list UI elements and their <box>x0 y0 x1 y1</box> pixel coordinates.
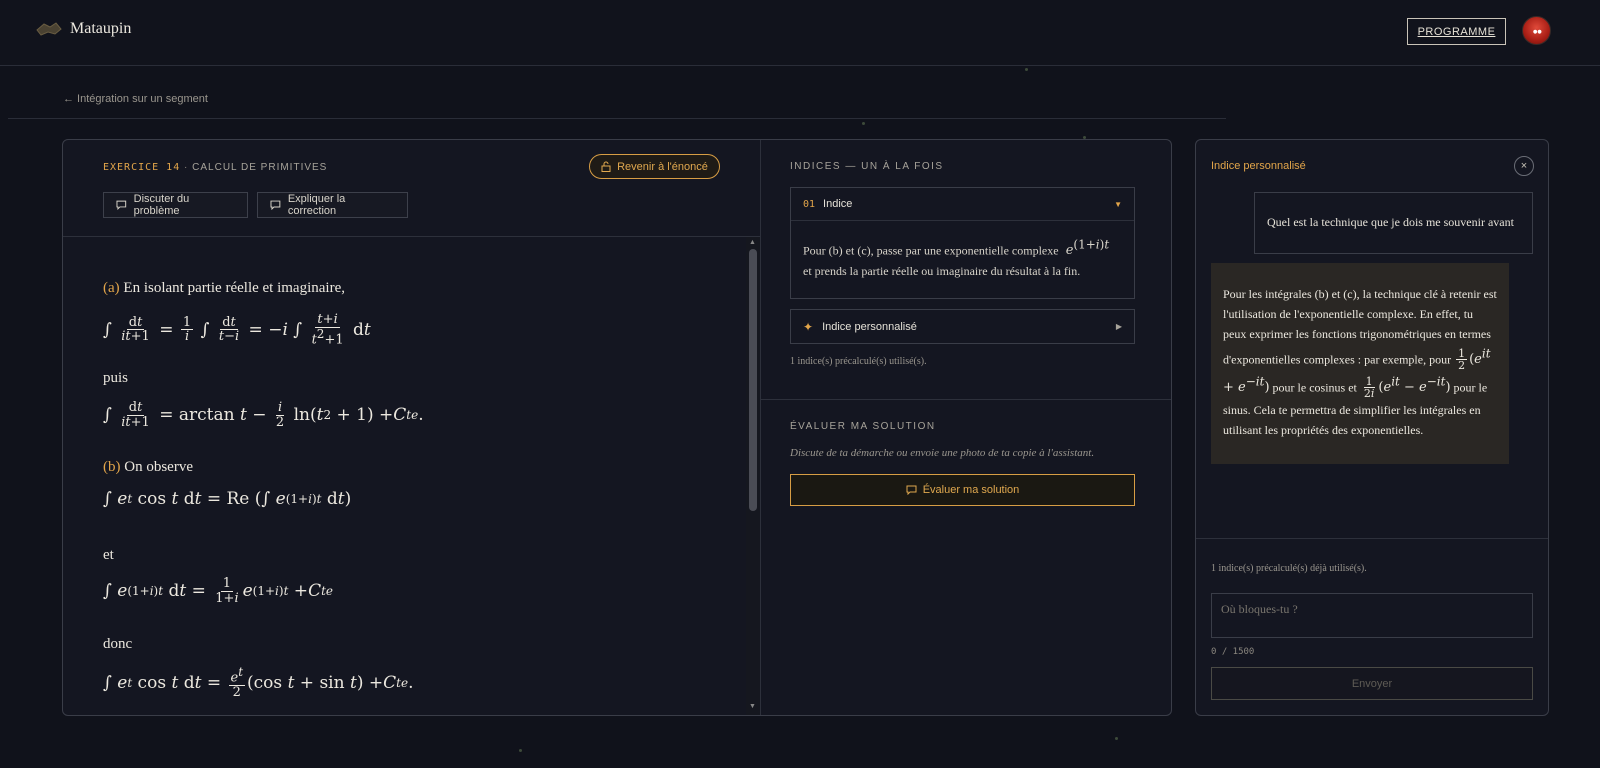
lock-icon <box>601 161 611 172</box>
part-a-text: En isolant partie réelle et imaginaire, <box>123 280 345 296</box>
hints-column: INDICES — UN À LA FOIS 01 Indice ▼ Pour … <box>761 140 1171 715</box>
equation-2: ∫ dt it+1 = arctan t − i2 ln(t 2 + 1) + Ct… <box>103 400 424 430</box>
equation-5: ∫ et cos t dt = et 2 (cos t + sin t) + Cte… <box>103 665 414 700</box>
sin-formula: 1 2i (eit − e−it) <box>1363 374 1451 401</box>
send-button[interactable]: Envoyer <box>1211 667 1533 700</box>
caret-right-icon: ▶ <box>1115 322 1122 331</box>
return-to-statement-button[interactable]: Revenir à l'énoncé <box>589 154 720 179</box>
avatar[interactable]: ●● <box>1522 16 1551 45</box>
return-button-label: Revenir à l'énoncé <box>617 160 708 173</box>
personalized-hint-label: Indice personnalisé <box>822 320 917 333</box>
exercise-number: EXERCICE 14 <box>103 162 181 173</box>
chat-icon <box>906 485 917 495</box>
exercise-separator: · <box>184 162 189 173</box>
evaluate-solution-button[interactable]: Évaluer ma solution <box>790 474 1135 506</box>
hints-used-count: 1 indice(s) précalculé(s) utilisé(s). <box>790 356 927 367</box>
logo[interactable]: Mataupin <box>36 20 131 38</box>
assistant-hints-used: 1 indice(s) précalculé(s) déjà utilisé(s… <box>1211 563 1367 574</box>
exercise-title: CALCUL DE PRIMITIVES <box>192 162 328 173</box>
chat-icon <box>116 200 127 210</box>
scrollbar[interactable]: ▲ ▼ <box>746 237 760 715</box>
evaluate-button-label: Évaluer ma solution <box>922 484 1020 496</box>
exercise-panel: EXERCICE 14 · CALCUL DE PRIMITIVES Reven… <box>62 139 1172 716</box>
scroll-down-arrow-icon[interactable]: ▼ <box>749 703 756 710</box>
hint-card: 01 Indice ▼ Pour (b) et (c), passe par u… <box>790 187 1135 299</box>
sparkle-icon: ✦ <box>803 319 814 334</box>
scroll-up-arrow-icon[interactable]: ▲ <box>749 239 756 246</box>
avatar-glyph: ●● <box>1533 29 1542 35</box>
app-name: Mataupin <box>70 20 132 37</box>
section-divider <box>761 399 1171 400</box>
assistant-message-cos: pour le cosinus et <box>1272 380 1357 395</box>
assistant-title: Indice personnalisé <box>1211 160 1306 172</box>
explain-correction-button[interactable]: Expliquer la correction <box>257 192 408 218</box>
assistant-panel: Indice personnalisé × Quel est la techni… <box>1195 139 1549 716</box>
equation-3: ∫ et cos t dt = Re (∫ e (1+i)t d t) <box>103 489 352 509</box>
equation-4: ∫ e (1+i)t dt = 1 1+i e (1+i)t + Cte <box>103 576 334 606</box>
breadcrumb-divider <box>8 118 1226 119</box>
hint-number: 01 <box>803 198 816 210</box>
hint-card-header[interactable]: 01 Indice ▼ <box>791 188 1134 221</box>
discuss-problem-button[interactable]: Discuter du problème <box>103 192 248 218</box>
personalized-hint-toggle[interactable]: ✦ Indice personnalisé ▶ <box>790 309 1135 344</box>
background-dot <box>1115 737 1118 740</box>
hint-math: e(1+i)t <box>1065 238 1110 259</box>
top-bar: Mataupin PROGRAMME ●● <box>0 0 1600 66</box>
hint-body: Pour (b) et (c), passe par une exponenti… <box>791 221 1134 295</box>
hint-label: Indice <box>823 198 853 210</box>
close-icon[interactable]: × <box>1514 156 1534 176</box>
background-dot <box>862 122 865 125</box>
discuss-button-label: Discuter du problème <box>133 193 190 217</box>
part-b-intro: (b) On observe <box>103 459 193 476</box>
breadcrumb[interactable]: ← Intégration sur un segment <box>63 93 208 105</box>
explain-button-label: Expliquer la correction <box>287 193 346 217</box>
equation-1: ∫ dt it+1 = 1i ∫ dt t−i = − i ∫ t+i t2+1 dt <box>103 312 371 347</box>
correction-content: (a) En isolant partie réelle et imaginai… <box>63 237 745 715</box>
logo-icon <box>36 22 62 36</box>
user-message: Quel est la technique que je dois me sou… <box>1254 192 1533 254</box>
part-b-label: (b) <box>103 459 121 475</box>
hint-text-2: et prends la partie réelle ou imaginaire… <box>803 264 1081 279</box>
text-et: et <box>103 547 114 563</box>
background-dot <box>519 749 522 752</box>
chat-icon <box>270 200 281 210</box>
text-donc: donc <box>103 636 133 652</box>
assistant-message: Pour les intégrales (b) et (c), la techn… <box>1211 263 1509 464</box>
text-puis: puis <box>103 370 129 386</box>
character-count: 0 / 1500 <box>1211 647 1255 657</box>
correction-column: EXERCICE 14 · CALCUL DE PRIMITIVES Reven… <box>63 140 761 715</box>
hint-text: Pour (b) et (c), passe par une exponenti… <box>803 243 1059 258</box>
evaluate-section-title: ÉVALUER MA SOLUTION <box>790 421 936 432</box>
hints-section-title: INDICES — UN À LA FOIS <box>790 161 944 172</box>
program-button[interactable]: PROGRAMME <box>1407 18 1506 45</box>
evaluate-description: Discute de ta démarche ou envoie une pho… <box>790 447 1095 459</box>
scrollbar-thumb[interactable] <box>749 249 757 511</box>
assistant-divider <box>1196 538 1548 539</box>
background-dot <box>1025 68 1028 71</box>
part-a-label: (a) <box>103 280 120 296</box>
caret-down-icon: ▼ <box>1114 199 1122 209</box>
part-b-text: On observe <box>124 459 193 475</box>
question-input[interactable] <box>1211 593 1533 638</box>
exercise-header: EXERCICE 14 · CALCUL DE PRIMITIVES <box>103 162 327 173</box>
part-a-intro: (a) En isolant partie réelle et imaginai… <box>103 280 345 297</box>
